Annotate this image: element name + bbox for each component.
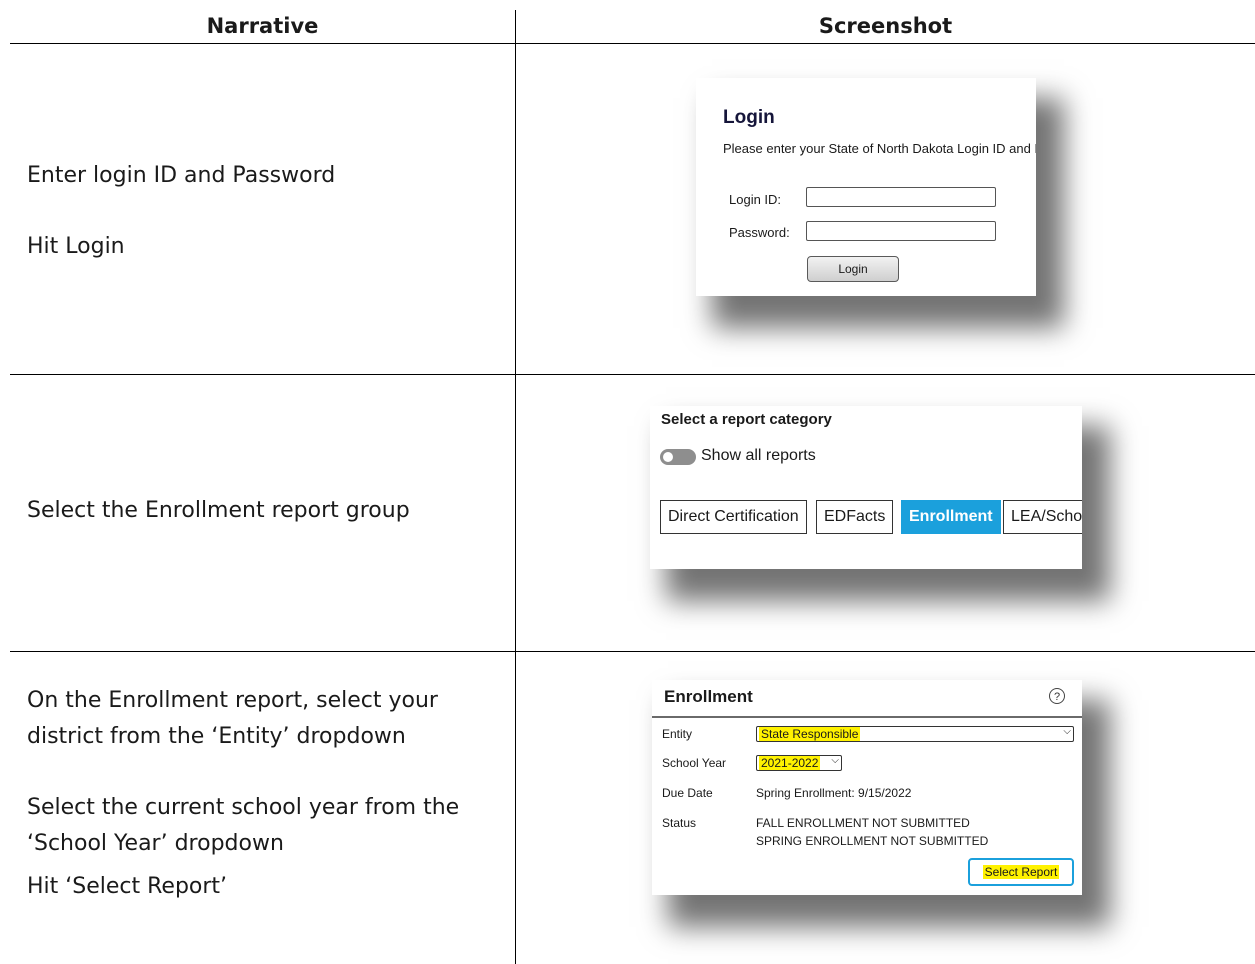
school-year-value: 2021-2022 xyxy=(759,756,821,770)
category-edfacts[interactable]: EDFacts xyxy=(816,500,894,534)
row-divider-1 xyxy=(10,374,1255,375)
report-category-title: Select a report category xyxy=(661,411,832,428)
column-divider xyxy=(515,10,516,964)
login-id-input[interactable] xyxy=(806,187,996,207)
header-rule xyxy=(652,716,1082,718)
school-year-select[interactable]: 2021-2022 ⌵ xyxy=(756,755,842,771)
narrative-step-select-group: Select the Enrollment report group xyxy=(27,498,410,523)
narrative-step-hit-login: Hit Login xyxy=(27,234,125,259)
login-id-label: Login ID: xyxy=(729,192,782,207)
entity-value: State Responsible xyxy=(759,727,861,741)
enrollment-title: Enrollment xyxy=(664,687,753,706)
due-date-label: Due Date xyxy=(662,786,713,800)
entity-select[interactable]: State Responsible ⌵ xyxy=(756,726,1074,742)
login-button[interactable]: Login xyxy=(807,256,899,282)
show-all-reports-toggle[interactable] xyxy=(660,449,696,465)
narrative-step-select-year: Select the current school year from the … xyxy=(27,795,460,856)
narrative-column-header: Narrative xyxy=(206,14,319,38)
category-enrollment[interactable]: Enrollment xyxy=(901,500,1001,534)
status-spring: SPRING ENROLLMENT NOT SUBMITTED xyxy=(756,834,989,848)
show-all-reports-label: Show all reports xyxy=(701,447,816,464)
login-title: Login xyxy=(723,107,775,128)
chevron-down-icon: ⌵ xyxy=(1063,726,1071,737)
entity-label: Entity xyxy=(662,727,693,741)
row-divider-2 xyxy=(10,651,1255,652)
chevron-down-icon: ⌵ xyxy=(831,755,839,766)
status-fall: FALL ENROLLMENT NOT SUBMITTED xyxy=(756,816,970,830)
narrative-step-login: Enter login ID and Password xyxy=(27,163,336,188)
header-divider xyxy=(10,43,1255,44)
login-screenshot: Login Please enter your State of North D… xyxy=(696,78,1036,296)
category-direct-certification[interactable]: Direct Certification xyxy=(660,500,807,534)
due-date-value: Spring Enrollment: 9/15/2022 xyxy=(756,786,912,800)
narrative-step-select-report: Hit ‘Select Report’ xyxy=(27,874,228,899)
narrative-step-select-entity: On the Enrollment report, select your di… xyxy=(27,688,438,749)
screenshot-column-header: Screenshot xyxy=(818,14,953,38)
category-lea-school[interactable]: LEA/School xyxy=(1003,500,1082,534)
password-label: Password: xyxy=(729,225,790,240)
password-input[interactable] xyxy=(806,221,996,241)
school-year-label: School Year xyxy=(662,756,727,770)
toggle-knob xyxy=(663,452,673,462)
select-report-label: Select Report xyxy=(982,865,1060,879)
select-report-button[interactable]: Select Report xyxy=(968,858,1074,886)
enrollment-screenshot: Enrollment ? Entity State Responsible ⌵ … xyxy=(652,680,1082,895)
report-category-screenshot: Select a report category Show all report… xyxy=(650,406,1082,569)
login-instructions: Please enter your State of North Dakota … xyxy=(723,141,1036,156)
help-icon[interactable]: ? xyxy=(1049,688,1065,704)
status-label: Status xyxy=(662,816,697,830)
